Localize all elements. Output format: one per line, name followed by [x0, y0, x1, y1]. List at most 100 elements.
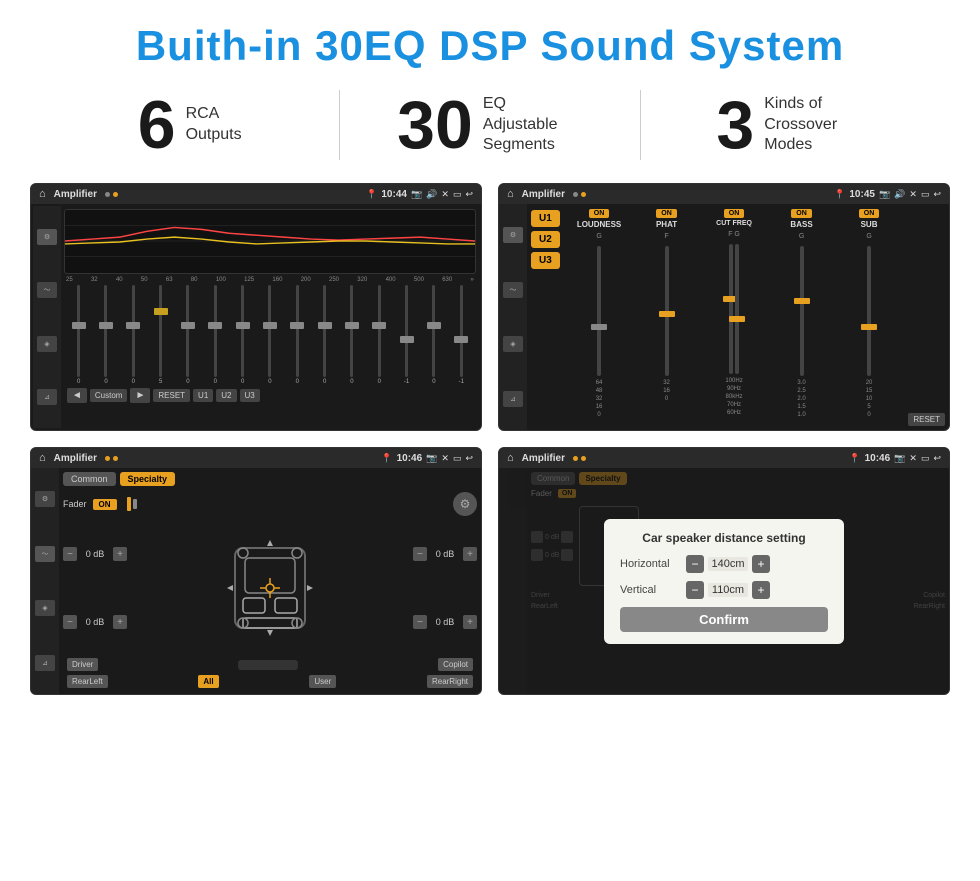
vol-minus-tr[interactable]: −: [413, 547, 427, 561]
sub-on-btn[interactable]: ON: [859, 209, 880, 218]
home-icon-3[interactable]: ⌂: [39, 452, 46, 464]
driver-btn[interactable]: Driver: [67, 658, 98, 671]
vol-row-tl: − 0 dB +: [63, 547, 127, 561]
back-icon-1[interactable]: ↩: [465, 189, 473, 200]
eq-icon-wave[interactable]: 〜: [37, 282, 57, 298]
fa-icon-3[interactable]: ◈: [35, 600, 55, 616]
horizontal-stepper[interactable]: − 140cm +: [686, 555, 770, 573]
eq-slider-7[interactable]: 0: [257, 285, 282, 385]
u2-button[interactable]: U2: [531, 231, 560, 248]
loudness-on-btn[interactable]: ON: [589, 209, 610, 218]
bottom-labels-3b: RearLeft All User RearRight: [63, 673, 477, 690]
fader-track[interactable]: [238, 660, 298, 670]
user-btn[interactable]: User: [309, 675, 336, 688]
eq-icon-speaker[interactable]: ◈: [37, 336, 57, 352]
vertical-plus-btn[interactable]: +: [752, 581, 770, 599]
settings-circle-icon[interactable]: ⚙: [453, 492, 477, 516]
reset-button-1[interactable]: RESET: [153, 389, 190, 402]
home-icon-4[interactable]: ⌂: [507, 452, 514, 464]
cutfreq-on-btn[interactable]: ON: [724, 209, 745, 218]
bass-on-btn[interactable]: ON: [791, 209, 812, 218]
eq-slider-9[interactable]: 0: [312, 285, 337, 385]
fa-icon-2[interactable]: 〜: [35, 546, 55, 562]
more-icon[interactable]: »: [470, 277, 473, 283]
prev-button[interactable]: ◄: [67, 388, 87, 403]
fa-icon-1[interactable]: ⚙: [35, 491, 55, 507]
eq-slider-5[interactable]: 0: [203, 285, 228, 385]
eq-slider-2[interactable]: 0: [121, 285, 146, 385]
fader-on-btn[interactable]: ON: [93, 499, 117, 510]
eq-slider-11[interactable]: 0: [367, 285, 392, 385]
next-button[interactable]: ►: [130, 388, 150, 403]
screens-grid: ⌂ Amplifier 📍 10:44 📷 🔊 ✕ ▭ ↩ ⚙ 〜 ◈ ⊿: [0, 175, 980, 705]
freq-50: 50: [141, 277, 148, 283]
eq-labels-row: 25 32 40 50 63 80 100 125 160 200 250 32…: [64, 277, 476, 283]
cr-icon-wave[interactable]: 〜: [503, 282, 523, 298]
cr-icon-tune[interactable]: ⚙: [503, 227, 523, 243]
reset-button-2[interactable]: RESET: [908, 413, 945, 426]
eq-slider-13[interactable]: 0: [421, 285, 446, 385]
eq-icon-vol[interactable]: ⊿: [37, 389, 57, 405]
back-icon-2[interactable]: ↩: [933, 189, 941, 200]
vertical-minus-btn[interactable]: −: [686, 581, 704, 599]
close-icon-1: ✕: [441, 189, 449, 200]
status-bar-1: ⌂ Amplifier 📍 10:44 📷 🔊 ✕ ▭ ↩: [31, 184, 481, 204]
vol-plus-br[interactable]: +: [463, 615, 477, 629]
confirm-button[interactable]: Confirm: [620, 607, 828, 632]
back-icon-3[interactable]: ↩: [465, 453, 473, 464]
eq-slider-10[interactable]: 0: [339, 285, 364, 385]
cr-icon-vol[interactable]: ⊿: [503, 391, 523, 407]
eq-slider-12[interactable]: -1: [394, 285, 419, 385]
eq-slider-8[interactable]: 0: [285, 285, 310, 385]
eq-slider-3[interactable]: 5: [148, 285, 173, 385]
status-bar-4: ⌂ Amplifier 📍 10:46 📷 ✕ ▭ ↩: [499, 448, 949, 468]
status-dots-2: [573, 192, 586, 197]
volume-icon-1: 🔊: [426, 189, 437, 200]
u1-button[interactable]: U1: [531, 210, 560, 227]
tab-common[interactable]: Common: [63, 472, 116, 486]
dialog-title: Car speaker distance setting: [620, 531, 828, 545]
fa-icon-4[interactable]: ⊿: [35, 655, 55, 671]
cr-icon-speaker[interactable]: ◈: [503, 336, 523, 352]
horizontal-plus-btn[interactable]: +: [752, 555, 770, 573]
rearleft-btn[interactable]: RearLeft: [67, 675, 108, 688]
eq-slider-14[interactable]: -1: [449, 285, 474, 385]
all-btn[interactable]: All: [198, 675, 218, 688]
back-icon-4[interactable]: ↩: [933, 453, 941, 464]
eq-slider-1[interactable]: 0: [93, 285, 118, 385]
vol-plus-tl[interactable]: +: [113, 547, 127, 561]
status-bar-3: ⌂ Amplifier 📍 10:46 📷 ✕ ▭ ↩: [31, 448, 481, 468]
screen3-time: 10:46: [397, 453, 423, 464]
battery-icon-4: ▭: [921, 453, 930, 464]
u1-button-1[interactable]: U1: [193, 389, 213, 402]
freq-80: 80: [191, 277, 198, 283]
screen2-title: Amplifier: [522, 189, 565, 200]
phat-on-btn[interactable]: ON: [656, 209, 677, 218]
eq-icon-tune[interactable]: ⚙: [37, 229, 57, 245]
tab-specialty[interactable]: Specialty: [120, 472, 176, 486]
vol-plus-tr[interactable]: +: [463, 547, 477, 561]
vol-minus-bl[interactable]: −: [63, 615, 77, 629]
custom-button[interactable]: Custom: [90, 389, 128, 402]
vol-minus-br[interactable]: −: [413, 615, 427, 629]
status-icons-4: 📷 ✕ ▭ ↩: [894, 453, 941, 464]
eq-slider-0[interactable]: 0: [66, 285, 91, 385]
screen1-title: Amplifier: [54, 189, 97, 200]
home-icon-2[interactable]: ⌂: [507, 188, 514, 200]
screen-crossover: ⌂ Amplifier 📍 10:45 📷 🔊 ✕ ▭ ↩ ⚙ 〜 ◈ ⊿: [498, 183, 950, 431]
dialog-bg: Common Specialty Fader ON 0 dB 0 dB: [499, 468, 949, 694]
copilot-btn[interactable]: Copilot: [438, 658, 473, 671]
u2-button-1[interactable]: U2: [216, 389, 236, 402]
horizontal-minus-btn[interactable]: −: [686, 555, 704, 573]
vol-plus-bl[interactable]: +: [113, 615, 127, 629]
vol-minus-tl[interactable]: −: [63, 547, 77, 561]
home-icon-1[interactable]: ⌂: [39, 188, 46, 200]
freq-630: 630: [442, 277, 452, 283]
rearright-btn[interactable]: RearRight: [427, 675, 473, 688]
eq-slider-4[interactable]: 0: [175, 285, 200, 385]
location-icon-2: 📍: [834, 189, 845, 200]
u3-button-1[interactable]: U3: [240, 389, 260, 402]
eq-slider-6[interactable]: 0: [230, 285, 255, 385]
vertical-stepper[interactable]: − 110cm +: [686, 581, 770, 599]
u3-button[interactable]: U3: [531, 252, 560, 269]
